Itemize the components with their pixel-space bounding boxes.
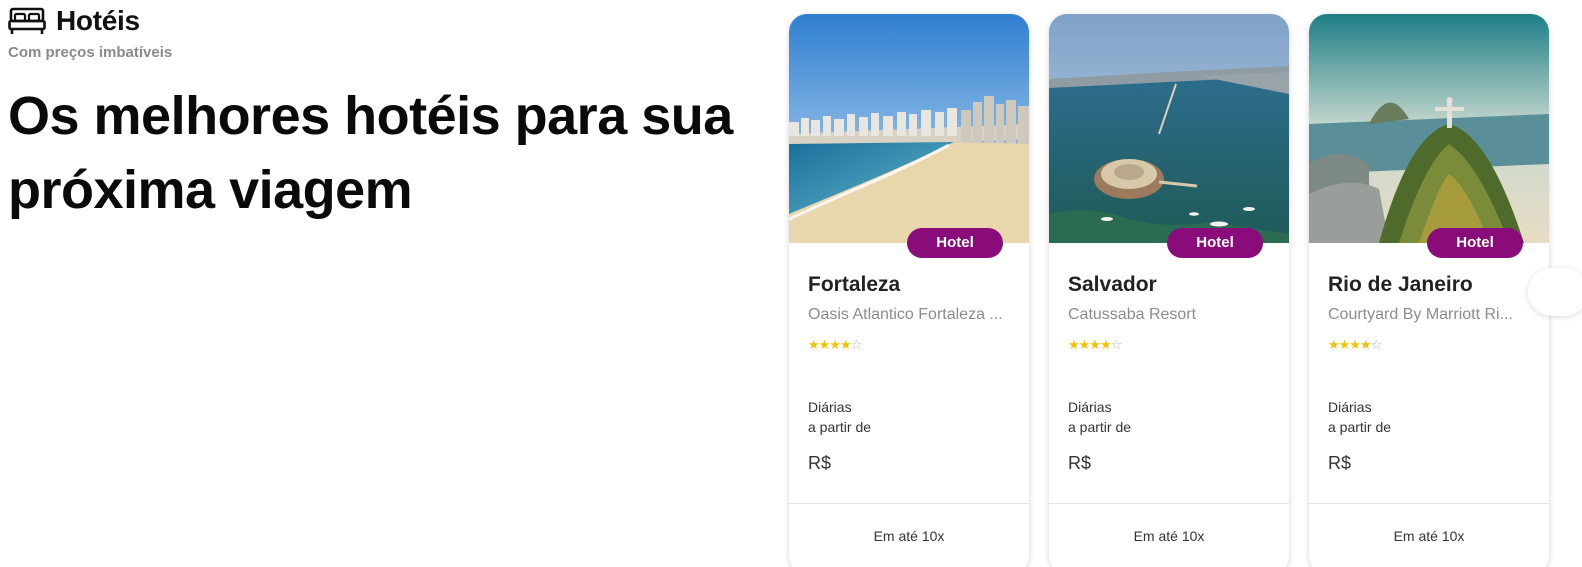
section-title: Hotéis [8, 4, 778, 38]
bed-icon [8, 6, 46, 36]
section-heading: Hotéis [56, 5, 140, 36]
star-icon: ★★★★ [1068, 337, 1112, 352]
card-installments: Em até 10x [1393, 528, 1465, 544]
headline-line-1: Os melhores hotéis para sua [8, 86, 733, 146]
star-empty-icon: ☆ [850, 337, 863, 352]
star-rating: ★★★★☆ [1328, 337, 1530, 355]
card-installments: Em até 10x [1133, 528, 1205, 544]
star-icon: ★★★★ [808, 337, 852, 352]
hotel-card-image[interactable] [1309, 14, 1549, 243]
card-hotel-name: Catussaba Resort [1068, 306, 1197, 323]
star-rating: ★★★★☆ [808, 337, 1010, 355]
page-headline: Os melhores hotéis para sua próxima viag… [8, 79, 778, 227]
hotel-type-badge: Hotel [907, 228, 1003, 258]
hotels-section-intro: Hotéis Com preços imbatíveis Os melhores… [8, 4, 778, 227]
star-empty-icon: ☆ [1370, 337, 1383, 352]
hotel-carousel: Hotel Fortaleza Oasis Atlantico Fortalez… [789, 14, 1549, 567]
card-hotel-name: Oasis Atlantico Fortaleza ... [808, 306, 1003, 323]
card-price: R$ [1328, 453, 1352, 473]
hotel-type-badge: Hotel [1167, 228, 1263, 258]
card-city: Rio de Janeiro [1328, 273, 1473, 296]
from-label: a partir de [808, 419, 872, 435]
hotel-card-image[interactable] [1049, 14, 1289, 243]
card-price: R$ [808, 453, 832, 473]
daily-label: Diárias [808, 399, 852, 415]
star-empty-icon: ☆ [1110, 337, 1123, 352]
star-icon: ★★★★ [1328, 337, 1372, 352]
daily-label: Diárias [1068, 399, 1112, 415]
card-divider [1049, 503, 1289, 504]
card-hotel-name: Courtyard By Marriott Ri... [1328, 306, 1513, 323]
hotel-card-fortaleza[interactable]: Hotel Fortaleza Oasis Atlantico Fortalez… [789, 14, 1029, 567]
carousel-next-button[interactable] [1528, 268, 1582, 316]
hotel-card-salvador[interactable]: Hotel Salvador Catussaba Resort ★★★★☆ Di… [1049, 14, 1289, 567]
hotel-type-badge: Hotel [1427, 228, 1523, 258]
section-subtitle: Com preços imbatíveis [8, 44, 173, 61]
card-divider [789, 503, 1029, 504]
card-city: Salvador [1068, 273, 1157, 296]
daily-label: Diárias [1328, 399, 1372, 415]
from-label: a partir de [1328, 419, 1392, 435]
card-city: Fortaleza [808, 273, 901, 296]
hotel-card-rio-de-janeiro[interactable]: Hotel Rio de Janeiro Courtyard By Marrio… [1309, 14, 1549, 567]
hotel-card-image[interactable] [789, 14, 1029, 243]
card-divider [1309, 503, 1549, 504]
star-rating: ★★★★☆ [1068, 337, 1270, 355]
from-label: a partir de [1068, 419, 1132, 435]
card-installments: Em até 10x [873, 528, 945, 544]
card-price: R$ [1068, 453, 1092, 473]
headline-line-2: próxima viagem [8, 160, 413, 220]
